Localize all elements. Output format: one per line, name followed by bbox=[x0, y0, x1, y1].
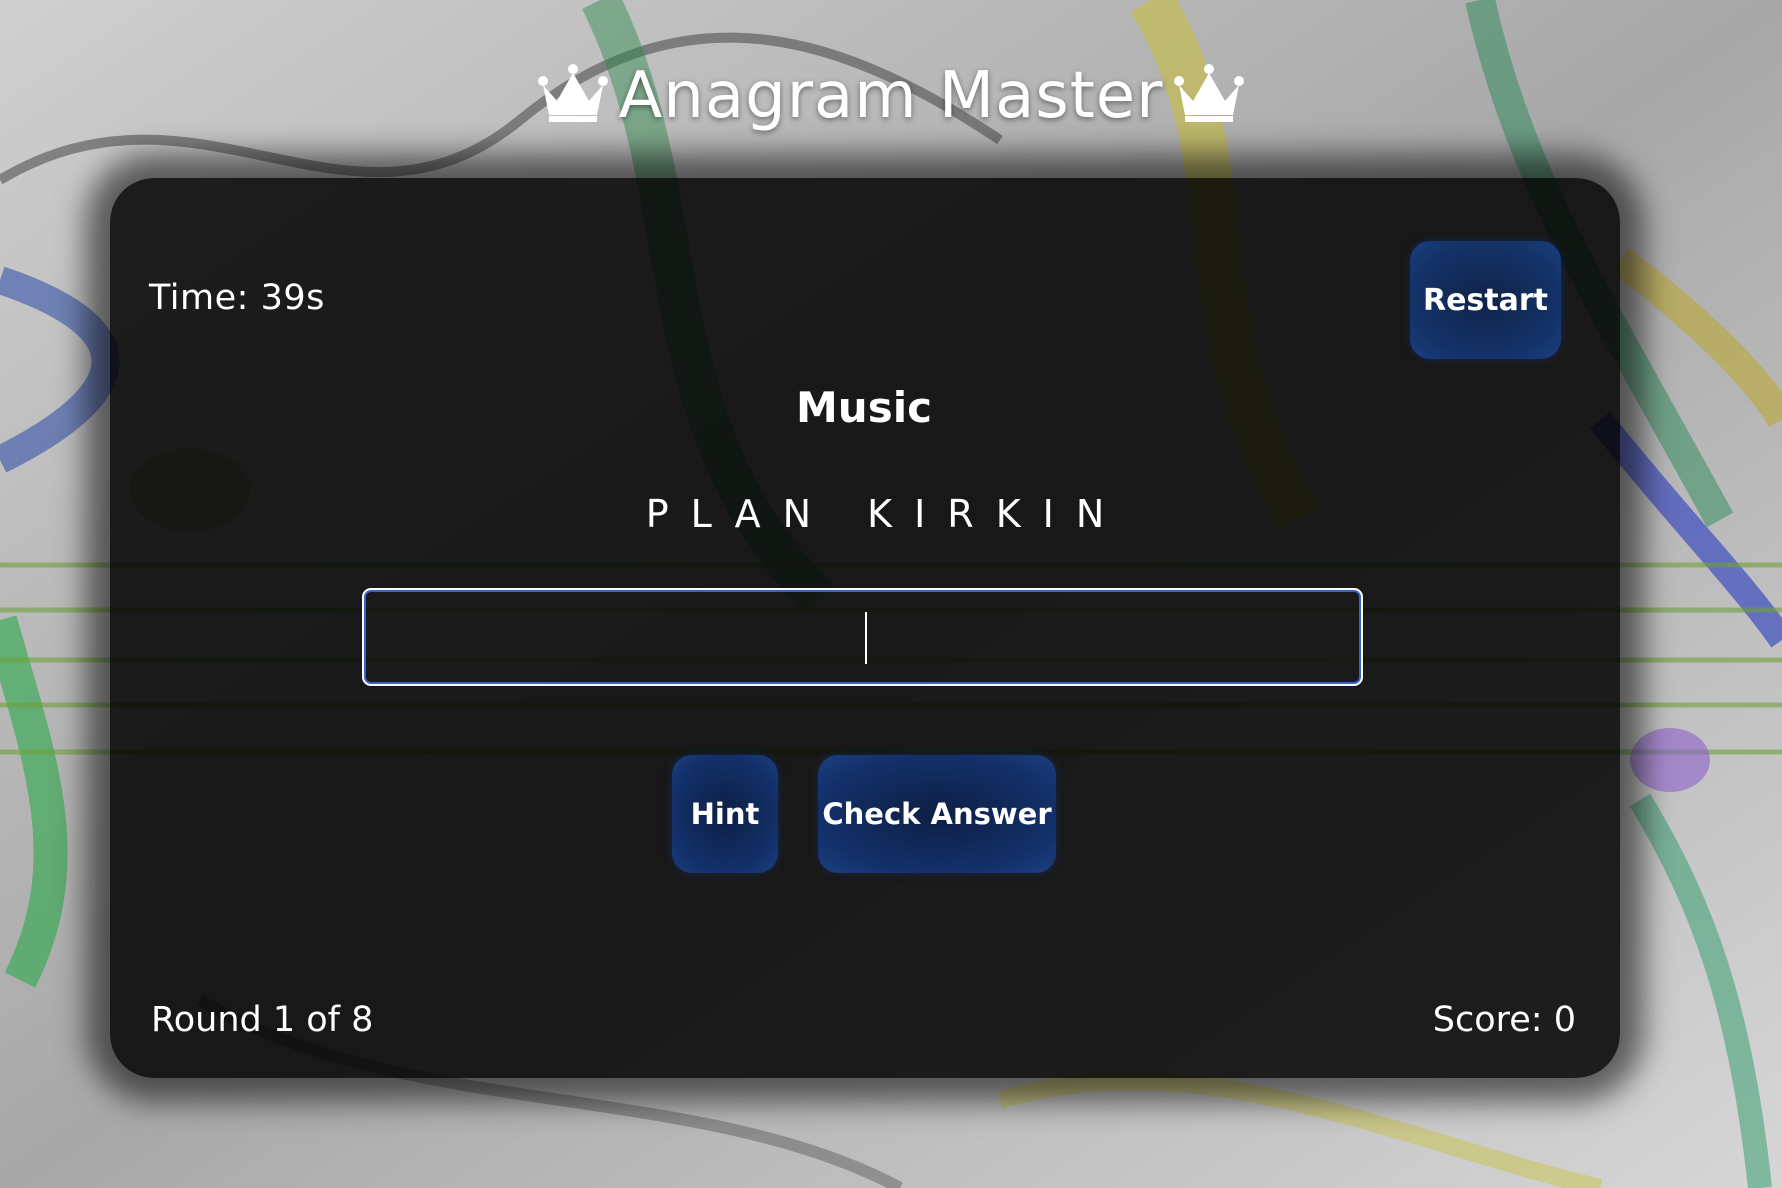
app-title-text: Anagram Master bbox=[618, 59, 1164, 133]
scrambled-word: PLAN KIRKIN bbox=[645, 492, 1127, 536]
crown-icon bbox=[537, 64, 608, 123]
check-answer-button[interactable]: Check Answer bbox=[818, 755, 1056, 873]
score-display: Score: 0 bbox=[1432, 1000, 1576, 1040]
crown-icon bbox=[1174, 64, 1245, 123]
timer: Time: 39s bbox=[149, 278, 325, 318]
hint-button[interactable]: Hint bbox=[672, 755, 778, 873]
restart-button[interactable]: Restart bbox=[1410, 241, 1561, 359]
category-label: Music bbox=[796, 383, 932, 432]
answer-input[interactable] bbox=[362, 588, 1363, 686]
app-title: Anagram Master bbox=[0, 56, 1782, 136]
round-counter: Round 1 of 8 bbox=[151, 1000, 374, 1040]
text-caret bbox=[865, 612, 867, 664]
